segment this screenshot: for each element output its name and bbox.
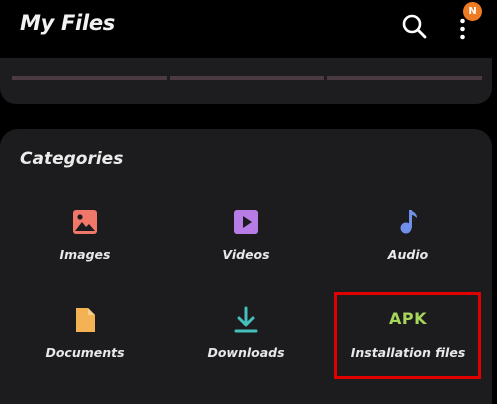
- category-videos[interactable]: Videos: [166, 207, 326, 287]
- app-title: My Files: [20, 11, 115, 35]
- category-downloads[interactable]: Downloads: [166, 305, 326, 385]
- category-label: Videos: [222, 247, 270, 262]
- image-icon: [73, 210, 97, 234]
- video-icon: [234, 210, 258, 234]
- highlight-annotation: [334, 292, 481, 379]
- category-label: Images: [59, 247, 111, 262]
- search-icon: [402, 14, 427, 39]
- more-vertical-icon: [460, 18, 465, 40]
- document-icon: [76, 308, 95, 332]
- search-button[interactable]: [400, 12, 428, 40]
- category-label: Downloads: [207, 345, 285, 360]
- category-documents[interactable]: Documents: [5, 305, 165, 385]
- category-images[interactable]: Images: [5, 207, 165, 287]
- categories-title: Categories: [20, 149, 124, 169]
- download-icon: [234, 306, 258, 333]
- category-label: Audio: [387, 247, 429, 262]
- notification-badge: N: [463, 2, 482, 21]
- recent-thumbnail[interactable]: [169, 76, 325, 80]
- more-options-button[interactable]: N: [452, 2, 482, 40]
- my-files-screen: My Files N Categories Images Videos Audi…: [0, 0, 497, 404]
- recent-thumbnails: [12, 76, 483, 80]
- recent-files-card[interactable]: [0, 58, 492, 104]
- app-header: My Files N: [0, 0, 497, 52]
- category-audio[interactable]: Audio: [328, 207, 488, 287]
- category-label: Documents: [45, 345, 125, 360]
- recent-thumbnail[interactable]: [12, 76, 167, 80]
- recent-thumbnail[interactable]: [327, 76, 483, 80]
- music-note-icon: [400, 210, 417, 234]
